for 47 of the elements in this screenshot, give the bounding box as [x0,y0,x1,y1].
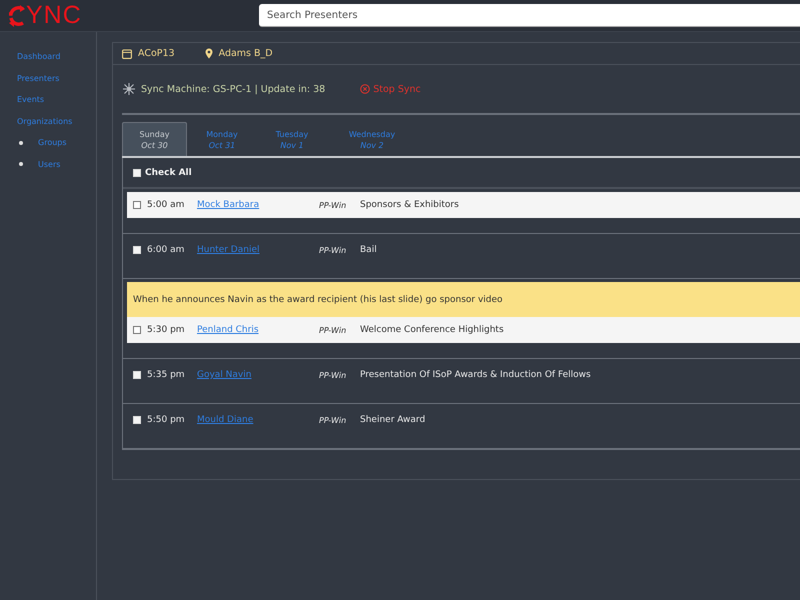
close-icon [360,84,370,94]
sidebar-link[interactable]: Events [0,89,96,110]
sync-arrows-icon [8,4,26,28]
session-time: 5:35 pm [147,370,186,380]
session-time: 5:30 pm [147,325,186,335]
session-title: Sponsors & Exhibitors [360,200,459,210]
sidebar-link[interactable]: Users [38,154,60,175]
stop-sync-button[interactable]: Stop Sync [360,84,421,94]
checkbox[interactable] [133,326,141,334]
search-field[interactable]: Search Presenters [259,4,800,27]
note-banner: When he announces Navin as the award recipient (his last slide) go sponsor video [127,282,800,317]
session-type: PP-Win [319,326,348,334]
sidebar-link[interactable]: Presenters [0,68,96,89]
presenter-link[interactable]: Mock Barbara [197,200,319,210]
sidebar-link[interactable]: Groups [38,132,67,154]
calendar-icon [122,48,132,58]
day-tab[interactable]: Sunday Oct 30 [122,122,187,156]
location-pin-icon [204,48,213,59]
sidebar-link[interactable]: Organizations [0,110,96,132]
presenter-link[interactable]: Hunter Daniel [197,245,319,255]
presenter-link[interactable]: Mould Diane [197,415,319,425]
session-title: Presentation Of ISoP Awards & Induction Of Fellows [360,370,591,380]
session-time: 5:00 am [147,200,186,210]
day-tab[interactable]: Wednesday Nov 2 [327,122,417,156]
session-type: PP-Win [319,370,348,380]
bullet-icon [19,140,23,145]
session-title: Sheiner Award [360,415,426,425]
session-title: Bail [360,245,377,255]
checkbox[interactable] [133,201,141,209]
sync-status: Sync Machine: GS-PC-1 | Update in: 38 [141,84,326,94]
day-tab[interactable]: Tuesday Nov 1 [257,122,327,156]
session-time: 6:00 am [147,245,186,255]
presenter-link[interactable]: Goyal Navin [197,370,319,380]
logo-text: YNC [26,3,82,28]
session-type: PP-Win [319,200,348,210]
network-icon [122,82,136,96]
presenter-link[interactable]: Penland Chris [197,325,319,335]
session-type: PP-Win [319,416,348,424]
check-all-label: Check All [145,168,192,178]
bullet-icon [19,162,23,166]
day-tab[interactable]: Monday Oct 31 [187,122,257,156]
room-name: Adams B_D [218,48,273,59]
sidebar-link[interactable]: Dashboard [0,46,96,68]
event-name: ACoP13 [138,48,175,59]
session-time: 5:50 pm [147,415,186,425]
session-type: PP-Win [319,246,348,254]
session-title: Welcome Conference Highlights [360,325,504,335]
